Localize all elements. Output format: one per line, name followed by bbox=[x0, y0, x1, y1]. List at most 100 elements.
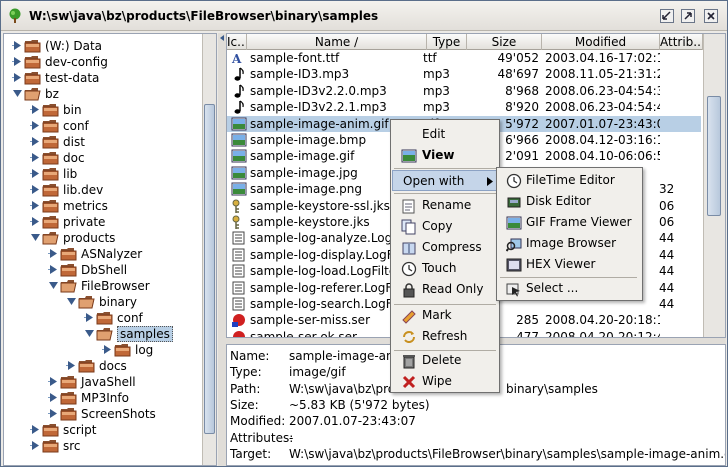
file-image-icon bbox=[231, 133, 247, 147]
collapsed-icon[interactable] bbox=[66, 360, 77, 371]
collapsed-icon[interactable] bbox=[30, 184, 41, 195]
detail-value: - bbox=[289, 430, 294, 445]
menu-item-compress[interactable]: Compress bbox=[392, 237, 498, 258]
file-font-icon: A bbox=[231, 52, 242, 65]
expanded-icon[interactable] bbox=[48, 280, 59, 291]
tree-item-label: (W:) Data bbox=[45, 39, 103, 53]
file-ser-icon bbox=[232, 314, 245, 328]
collapsed-icon[interactable] bbox=[48, 408, 59, 419]
expanded-icon[interactable] bbox=[12, 88, 23, 99]
cell-partial bbox=[659, 50, 689, 66]
cell-partial: 44 bbox=[659, 264, 675, 279]
collapsed-icon[interactable] bbox=[30, 424, 41, 435]
tree-item-label: script bbox=[63, 423, 97, 437]
minimize-button[interactable] bbox=[660, 9, 674, 23]
tree-item-label: log bbox=[135, 343, 154, 357]
expanded-icon[interactable] bbox=[84, 328, 95, 339]
collapsed-icon[interactable] bbox=[48, 376, 59, 387]
collapsed-icon[interactable] bbox=[102, 344, 113, 355]
tree-scrollbar-thumb[interactable] bbox=[204, 104, 215, 434]
submenu-item-gif-frame-viewer[interactable]: GIF Frame Viewer bbox=[498, 212, 641, 233]
trash-icon bbox=[403, 355, 415, 369]
menu-item-view[interactable]: View bbox=[392, 145, 498, 166]
column-header-size[interactable]: Size bbox=[467, 34, 542, 50]
folder-tree[interactable]: (W:) Data dev-config test-data bz bin conf dis… bbox=[3, 33, 217, 466]
folder-icon bbox=[60, 376, 77, 389]
collapsed-icon[interactable] bbox=[30, 120, 41, 131]
table-row[interactable]: sample-ID3.mp3 mp3 48'697 2008.11.05-21:31:… bbox=[227, 66, 701, 82]
column-header-icon[interactable]: Ic... bbox=[227, 34, 247, 50]
table-row[interactable]: sample-ID3v2.2.0.mp3 mp3 8'968 2008.06.23-0… bbox=[227, 83, 701, 99]
collapsed-icon[interactable] bbox=[48, 264, 59, 275]
collapsed-icon[interactable] bbox=[30, 168, 41, 179]
cell-modified: 2008.06.23-04:54:30 bbox=[545, 83, 660, 98]
collapsed-icon[interactable] bbox=[48, 392, 59, 403]
pane-splitter[interactable] bbox=[218, 33, 226, 466]
mark-icon bbox=[402, 310, 416, 324]
menu-item-rename[interactable]: Rename bbox=[392, 195, 498, 216]
table-scrollbar-thumb[interactable] bbox=[707, 96, 721, 216]
expanded-icon[interactable] bbox=[66, 296, 77, 307]
submenu-item-filetime-editor[interactable]: FileTime Editor bbox=[498, 170, 641, 191]
collapsed-icon[interactable] bbox=[12, 56, 23, 67]
menu-item-delete[interactable]: Delete bbox=[392, 350, 498, 371]
menu-item-read-only[interactable]: Read Only bbox=[392, 279, 498, 300]
tree-item-label: src bbox=[63, 439, 81, 453]
collapsed-icon[interactable] bbox=[30, 104, 41, 115]
folder-icon bbox=[96, 328, 113, 341]
maximize-button[interactable] bbox=[681, 9, 695, 23]
column-header-modified[interactable]: Modified bbox=[542, 34, 660, 50]
collapsed-icon[interactable] bbox=[30, 152, 41, 163]
menu-item-read-only-label: Read Only bbox=[422, 282, 484, 296]
submenu-item-select[interactable]: Select ... bbox=[498, 278, 641, 299]
collapsed-icon[interactable] bbox=[30, 440, 41, 451]
column-header-type[interactable]: Type bbox=[427, 34, 467, 50]
menu-item-copy[interactable]: Copy bbox=[392, 216, 498, 237]
tree-item-label: test-data bbox=[45, 71, 100, 85]
expanded-icon[interactable] bbox=[30, 232, 41, 243]
close-button[interactable] bbox=[704, 9, 718, 23]
tree-item-label: docs bbox=[99, 359, 127, 373]
file-log-icon bbox=[232, 231, 245, 245]
table-row[interactable]: sample-ID3v2.2.1.mp3 mp3 8'920 2008.06.23-0… bbox=[227, 99, 701, 115]
collapsed-icon[interactable] bbox=[84, 312, 95, 323]
table-scrollbar[interactable] bbox=[703, 34, 725, 337]
submenu-item-disk-editor[interactable]: Disk Editor bbox=[498, 191, 641, 212]
file-ser-icon bbox=[233, 330, 245, 337]
folder-icon bbox=[24, 88, 41, 101]
tree-scrollbar[interactable] bbox=[202, 34, 216, 465]
folder-icon bbox=[42, 216, 59, 229]
collapsed-icon[interactable] bbox=[12, 72, 23, 83]
copy-icon bbox=[401, 219, 416, 235]
file-log-icon bbox=[232, 297, 245, 311]
collapsed-icon[interactable] bbox=[30, 136, 41, 147]
menu-item-mark[interactable]: Mark bbox=[392, 305, 498, 326]
table-row[interactable]: Asample-font.ttf ttf 49'052 2003.04.16-17:0… bbox=[227, 50, 701, 66]
column-header-name[interactable]: Name ∕ bbox=[247, 34, 427, 50]
menu-separator bbox=[394, 168, 496, 169]
submenu-item-label: FileTime Editor bbox=[526, 173, 615, 187]
tree-item-label: DbShell bbox=[81, 263, 128, 277]
menu-item-edit[interactable]: Edit bbox=[392, 124, 498, 145]
menu-item-refresh[interactable]: Refresh bbox=[392, 326, 498, 347]
file-log-icon bbox=[232, 281, 245, 295]
menu-item-touch[interactable]: Touch bbox=[392, 258, 498, 279]
tree-item-label: private bbox=[63, 215, 106, 229]
cell-modified: 2008.04.20-20:12:47 bbox=[545, 329, 660, 338]
submenu-item-image-browser[interactable]: Image Browser bbox=[498, 233, 641, 254]
submenu-item-hex-viewer[interactable]: HEX Viewer bbox=[498, 254, 641, 275]
menu-item-wipe[interactable]: Wipe bbox=[392, 371, 498, 392]
menu-item-open-with[interactable]: Open with bbox=[392, 170, 498, 191]
collapsed-icon[interactable] bbox=[30, 200, 41, 211]
collapsed-icon[interactable] bbox=[12, 40, 23, 51]
collapsed-icon[interactable] bbox=[30, 216, 41, 227]
file-note-icon bbox=[234, 100, 244, 114]
menu-item-compress-label: Compress bbox=[422, 240, 482, 254]
title-bar[interactable]: W:\sw\java\bz\products\FileBrowser\binar… bbox=[1, 1, 727, 31]
collapse-left-icon[interactable] bbox=[218, 33, 226, 53]
file-note-icon bbox=[234, 67, 244, 82]
collapsed-icon[interactable] bbox=[48, 248, 59, 259]
column-header-attributes[interactable]: Attrib... bbox=[660, 34, 703, 50]
svg-text:A: A bbox=[231, 52, 242, 65]
folder-icon bbox=[60, 248, 77, 261]
